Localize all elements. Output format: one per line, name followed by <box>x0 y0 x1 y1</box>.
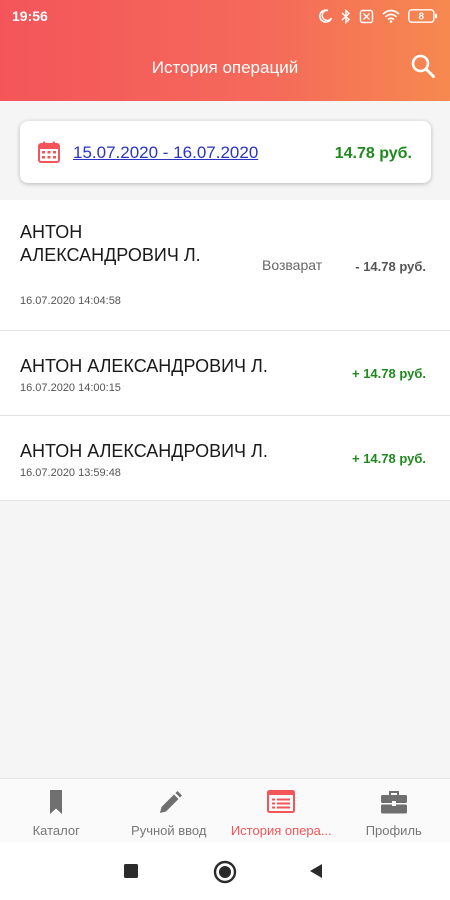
search-icon[interactable] <box>410 53 436 79</box>
back-icon[interactable] <box>309 863 323 879</box>
transaction-row[interactable]: АНТОН АЛЕКСАНДРОВИЧ Л. 16.07.2020 13:59:… <box>0 416 450 501</box>
nav-item-history[interactable]: История опера... <box>225 779 338 842</box>
system-nav-bar <box>0 842 450 900</box>
transaction-list: АНТОН АЛЕКСАНДРОВИЧ Л. 16.07.2020 14:04:… <box>0 200 450 501</box>
transaction-time: 16.07.2020 13:59:48 <box>20 467 121 479</box>
transaction-time: 16.07.2020 14:04:58 <box>20 295 121 307</box>
transaction-name: АНТОН АЛЕКСАНДРОВИЧ Л. <box>20 356 268 376</box>
bookmark-icon <box>50 790 63 814</box>
date-range-card: 15.07.2020 - 16.07.2020 14.78 руб. <box>20 121 431 183</box>
transaction-name: АНТОН АЛЕКСАНДРОВИЧ Л. <box>20 222 201 265</box>
status-icons: 8 <box>319 7 438 25</box>
nav-item-catalog[interactable]: Каталог <box>0 779 113 842</box>
bottom-nav: Каталог Ручной ввод История опера... Про… <box>0 778 450 842</box>
nav-label: История опера... <box>230 823 332 838</box>
transaction-amount: + 14.78 руб. <box>352 366 426 381</box>
sim-icon <box>359 9 374 23</box>
status-time: 19:56 <box>12 8 48 24</box>
history-list-icon <box>267 790 296 813</box>
transaction-time: 16.07.2020 14:00:15 <box>20 382 121 394</box>
pencil-icon <box>159 791 182 813</box>
date-range-link[interactable]: 15.07.2020 - 16.07.2020 <box>73 143 258 163</box>
transaction-row[interactable]: АНТОН АЛЕКСАНДРОВИЧ Л. 16.07.2020 14:00:… <box>0 331 450 416</box>
recent-apps-icon[interactable] <box>124 864 138 878</box>
nav-label: Профиль <box>365 823 422 838</box>
nav-label: Каталог <box>32 823 80 838</box>
wifi-icon <box>382 9 400 23</box>
app-header: 19:56 8 История операций <box>0 0 450 101</box>
transaction-row[interactable]: АНТОН АЛЕКСАНДРОВИЧ Л. 16.07.2020 14:04:… <box>0 200 450 331</box>
nav-item-manual-entry[interactable]: Ручной ввод <box>113 779 226 842</box>
calendar-icon[interactable] <box>37 140 61 164</box>
transaction-amount: + 14.78 руб. <box>352 451 426 466</box>
battery-level: 8 <box>419 12 425 23</box>
battery-icon: 8 <box>408 9 437 23</box>
briefcase-icon <box>380 791 407 814</box>
transaction-status: Возварат <box>262 257 323 273</box>
home-icon[interactable] <box>213 860 237 884</box>
page-title: История операций <box>151 58 299 77</box>
total-amount: 14.78 руб. <box>334 145 412 162</box>
bluetooth-icon <box>341 8 351 24</box>
transaction-amount: - 14.78 руб. <box>355 259 426 274</box>
transaction-name: АНТОН АЛЕКСАНДРОВИЧ Л. <box>20 441 268 461</box>
status-bar: 19:56 8 <box>0 0 450 32</box>
nav-item-profile[interactable]: Профиль <box>338 779 450 842</box>
nav-label: Ручной ввод <box>131 823 207 838</box>
moon-icon <box>319 9 333 23</box>
